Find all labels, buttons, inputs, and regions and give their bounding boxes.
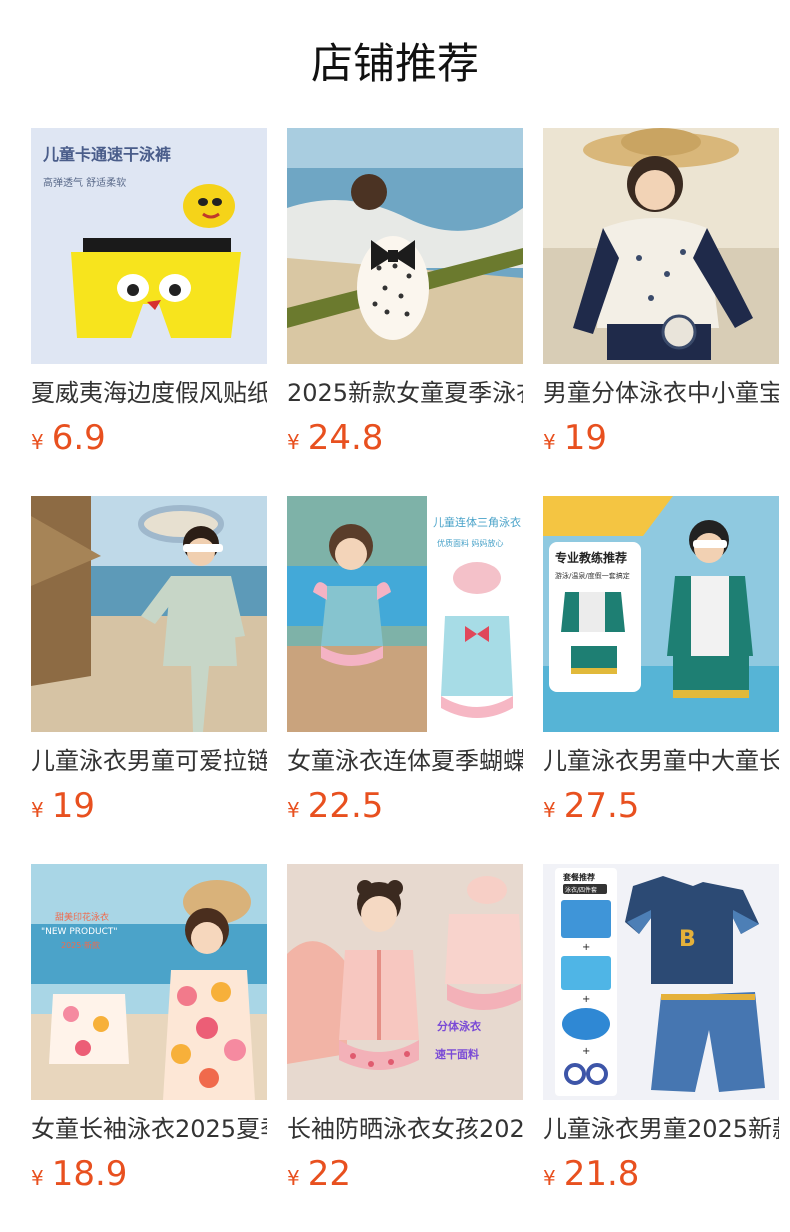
product-image[interactable] [287, 128, 523, 364]
currency-symbol: ¥ [287, 798, 300, 822]
product-card[interactable]: 男童分体泳衣中小童宝 ¥19 [543, 128, 779, 496]
price-value: 21.8 [563, 1154, 640, 1194]
product-price: ¥19 [543, 416, 607, 460]
image-caption: 分体泳衣 [437, 1019, 482, 1033]
product-image[interactable] [543, 128, 779, 364]
product-price: ¥27.5 [543, 784, 639, 828]
logo-icon: B [679, 927, 696, 952]
currency-symbol: ¥ [31, 798, 44, 822]
product-name[interactable]: 2025新款女童夏季泳衣 [287, 376, 523, 410]
currency-symbol: ¥ [543, 430, 556, 454]
product-name[interactable]: 女童泳衣连体夏季蝴蝶 [287, 744, 523, 778]
image-caption: 儿童连体三角泳衣 [433, 515, 521, 529]
product-image[interactable]: 儿童卡通速干泳裤 高弹透气 舒适柔软 [31, 128, 267, 364]
product-price: ¥6.9 [31, 416, 106, 460]
product-grid: 儿童卡通速干泳裤 高弹透气 舒适柔软 夏威夷海边度假风贴纸 ¥6.9 2025新… [31, 128, 779, 1232]
image-caption: 2025·新款 [61, 940, 100, 950]
currency-symbol: ¥ [31, 1166, 44, 1190]
product-price: ¥22.5 [287, 784, 383, 828]
image-caption: 优质面料 妈妈放心 [437, 538, 504, 548]
price-value: 27.5 [563, 786, 640, 826]
price-value: 19 [563, 418, 607, 458]
product-image[interactable]: 分体泳衣 速干面料 [287, 864, 523, 1100]
image-caption: 甜美印花泳衣 [55, 911, 109, 923]
product-name[interactable]: 男童分体泳衣中小童宝 [543, 376, 779, 410]
product-card[interactable]: 儿童泳衣男童可爱拉链 ¥19 [31, 496, 267, 864]
product-card[interactable]: 专业教练推荐 游泳/温泉/度假一套搞定 儿童泳衣男童中大童长 ¥27.5 [543, 496, 779, 864]
product-name[interactable]: 夏威夷海边度假风贴纸 [31, 376, 267, 410]
product-name[interactable]: 长袖防晒泳衣女孩2025 [287, 1112, 523, 1146]
price-value: 18.9 [51, 1154, 128, 1194]
product-name[interactable]: 儿童泳衣男童可爱拉链 [31, 744, 267, 778]
image-caption: 高弹透气 舒适柔软 [43, 176, 126, 189]
product-price: ¥19 [31, 784, 95, 828]
product-card[interactable]: 儿童连体三角泳衣 优质面料 妈妈放心 女童泳衣连体夏季蝴蝶 ¥22.5 [287, 496, 523, 864]
currency-symbol: ¥ [543, 1166, 556, 1190]
product-card[interactable]: 甜美印花泳衣 "NEW PRODUCT" 2025·新款 女童长袖泳衣2025夏… [31, 864, 267, 1232]
product-price: ¥18.9 [31, 1152, 127, 1196]
image-caption: 泳衣/四件套 [565, 886, 597, 894]
product-name[interactable]: 儿童泳衣男童2025新款 [543, 1112, 779, 1146]
currency-symbol: ¥ [543, 798, 556, 822]
page-title: 店铺推荐 [310, 39, 479, 88]
product-price: ¥22 [287, 1152, 351, 1196]
image-caption: 套餐推荐 [562, 872, 595, 882]
product-image[interactable]: 套餐推荐 泳衣/四件套 + + + B [543, 864, 779, 1100]
product-card[interactable]: 2025新款女童夏季泳衣 ¥24.8 [287, 128, 523, 496]
image-caption: 游泳/温泉/度假一套搞定 [555, 571, 630, 580]
product-name[interactable]: 女童长袖泳衣2025夏季 [31, 1112, 267, 1146]
plus-icon: + [582, 1046, 590, 1057]
product-card[interactable]: 儿童卡通速干泳裤 高弹透气 舒适柔软 夏威夷海边度假风贴纸 ¥6.9 [31, 128, 267, 496]
image-caption: 专业教练推荐 [555, 550, 627, 565]
price-value: 19 [51, 786, 95, 826]
plus-icon: + [582, 942, 590, 953]
price-value: 22 [307, 1154, 351, 1194]
price-value: 24.8 [307, 418, 384, 458]
product-name[interactable]: 儿童泳衣男童中大童长 [543, 744, 779, 778]
plus-icon: + [582, 994, 590, 1005]
product-price: ¥21.8 [543, 1152, 639, 1196]
product-price: ¥24.8 [287, 416, 383, 460]
product-card[interactable]: 套餐推荐 泳衣/四件套 + + + B 儿童泳衣男童2025新款 ¥ 21.8 [543, 864, 779, 1232]
currency-symbol: ¥ [287, 1166, 300, 1190]
image-caption: 速干面料 [435, 1047, 479, 1061]
price-value: 6.9 [51, 418, 106, 458]
currency-symbol: ¥ [31, 430, 44, 454]
product-image[interactable]: 甜美印花泳衣 "NEW PRODUCT" 2025·新款 [31, 864, 267, 1100]
product-image[interactable] [31, 496, 267, 732]
product-image[interactable]: 儿童连体三角泳衣 优质面料 妈妈放心 [287, 496, 523, 732]
image-caption: 儿童卡通速干泳裤 [42, 145, 171, 164]
product-image[interactable]: 专业教练推荐 游泳/温泉/度假一套搞定 [543, 496, 779, 732]
product-card[interactable]: 分体泳衣 速干面料 长袖防晒泳衣女孩2025 ¥22 [287, 864, 523, 1232]
price-value: 22.5 [307, 786, 384, 826]
image-caption: "NEW PRODUCT" [41, 927, 118, 937]
currency-symbol: ¥ [287, 430, 300, 454]
